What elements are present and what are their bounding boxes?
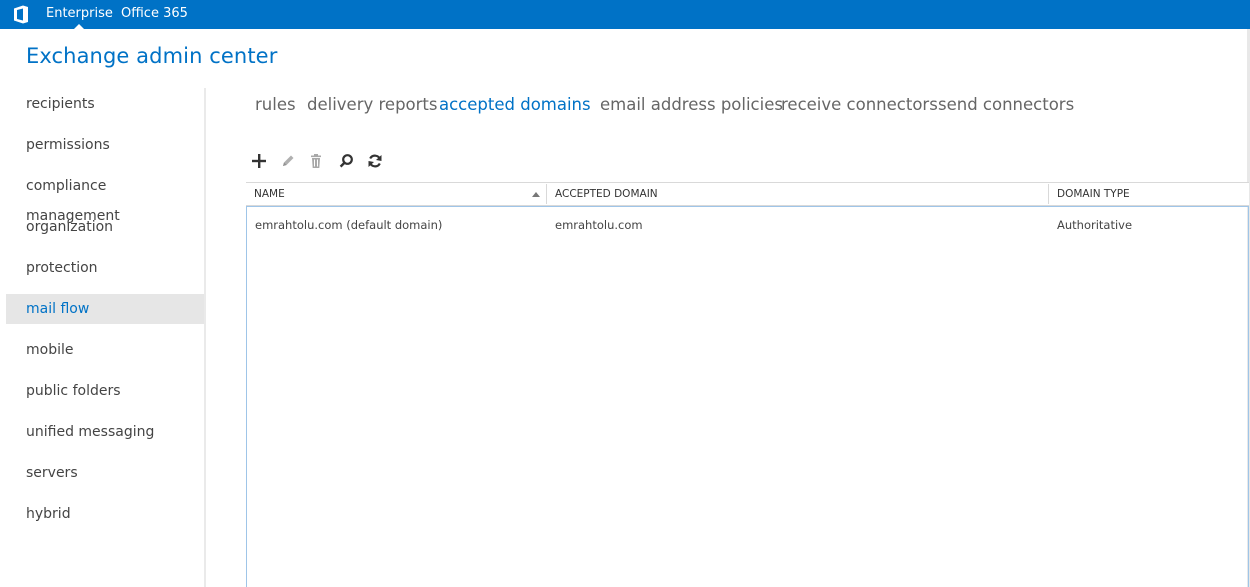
sidebar-item-mobile[interactable]: mobile xyxy=(6,335,204,365)
sort-ascending-icon xyxy=(532,192,540,197)
delete-icon[interactable] xyxy=(305,150,327,172)
sidebar-item-unified-messaging[interactable]: unified messaging xyxy=(6,417,204,447)
refresh-icon[interactable] xyxy=(364,150,386,172)
sidebar-item-recipients[interactable]: recipients xyxy=(6,89,204,119)
sidebar-item-compliance-management[interactable]: compliance management xyxy=(6,171,204,224)
table-row[interactable]: emrahtolu.com (default domain) emrahtolu… xyxy=(247,213,1248,237)
sidebar-item-protection[interactable]: protection xyxy=(6,253,204,283)
column-header-domain-type[interactable]: DOMAIN TYPE xyxy=(1049,183,1249,205)
search-icon[interactable] xyxy=(335,150,357,172)
topbar-link-office-365[interactable]: Office 365 xyxy=(121,0,188,29)
sidebar-item-mail-flow[interactable]: mail flow xyxy=(6,294,204,324)
office-logo-icon[interactable] xyxy=(12,5,30,24)
sidebar-item-public-folders[interactable]: public folders xyxy=(6,376,204,406)
cell-domain-type: Authoritative xyxy=(1057,218,1133,232)
tab-email-address-policies[interactable]: email address policies xyxy=(600,93,783,117)
sidebar-divider xyxy=(204,88,206,587)
sidebar-navigation: recipients permissions compliance manage… xyxy=(6,84,204,587)
column-header-accepted-domain[interactable]: ACCEPTED DOMAIN xyxy=(547,183,1048,205)
tab-receive-connectors[interactable]: receive connectors xyxy=(781,93,938,117)
sidebar-item-servers[interactable]: servers xyxy=(6,458,204,488)
tab-send-connectors[interactable]: send connectors xyxy=(938,93,1074,117)
top-navigation-bar: Enterprise Office 365 xyxy=(0,0,1250,29)
sidebar-item-hybrid[interactable]: hybrid xyxy=(6,499,204,529)
add-icon[interactable] xyxy=(248,150,270,172)
sidebar-item-permissions[interactable]: permissions xyxy=(6,130,204,160)
table-header: NAME ACCEPTED DOMAIN DOMAIN TYPE xyxy=(246,182,1249,206)
edit-icon[interactable] xyxy=(277,150,299,172)
tab-rules[interactable]: rules xyxy=(255,93,296,117)
sidebar-item-organization[interactable]: organization xyxy=(6,212,204,242)
cell-name: emrahtolu.com (default domain) xyxy=(255,218,443,232)
column-header-name[interactable]: NAME xyxy=(246,183,546,205)
cell-accepted-domain: emrahtolu.com xyxy=(555,218,643,232)
tab-delivery-reports[interactable]: delivery reports xyxy=(307,93,438,117)
accepted-domains-table: NAME ACCEPTED DOMAIN DOMAIN TYPE emrahto… xyxy=(246,182,1249,587)
tab-accepted-domains[interactable]: accepted domains xyxy=(439,93,591,117)
page-title: Exchange admin center xyxy=(26,44,278,68)
table-body[interactable]: emrahtolu.com (default domain) emrahtolu… xyxy=(246,206,1249,587)
topbar-link-enterprise[interactable]: Enterprise xyxy=(46,0,113,29)
